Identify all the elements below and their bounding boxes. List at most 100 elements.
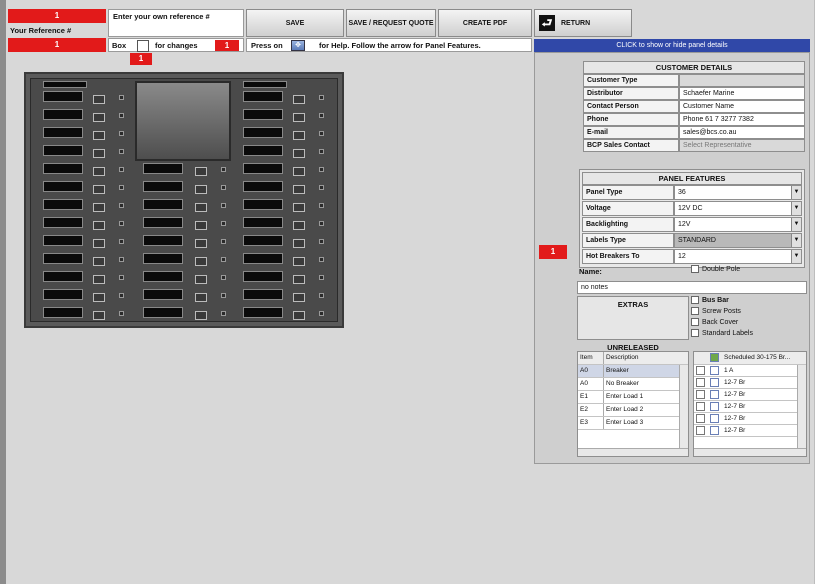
scheduled-item-checkbox[interactable] — [694, 389, 708, 400]
feature-select[interactable]: 12V ▼ — [674, 217, 802, 232]
panel-breaker-switch — [293, 275, 305, 284]
extras-options: Bus Bar Screw Posts Back Cover Standard Lab… — [691, 296, 807, 340]
extra-checkbox[interactable] — [691, 318, 699, 326]
right-scrollbar[interactable] — [814, 0, 822, 584]
save-button[interactable]: SAVE — [246, 9, 344, 37]
scheduled-list-item[interactable]: 12-7 Br — [694, 413, 806, 425]
red-reference-field[interactable]: 1 — [8, 38, 106, 52]
double-pole-checkbox[interactable] — [691, 265, 699, 273]
scheduled-item-checkbox[interactable] — [694, 425, 708, 436]
feature-select-value: 12 — [678, 253, 686, 260]
help-icon[interactable]: ✥ — [291, 40, 305, 51]
reference-label: Your Reference # — [10, 26, 72, 35]
red-feature-marker: 1 — [539, 245, 567, 259]
switch-panel-face — [30, 78, 338, 322]
panel-circuit-label — [143, 307, 183, 318]
panel-indicator-led — [119, 113, 124, 118]
right-details-panel: CUSTOMER DETAILS Customer Type Distributo… — [534, 52, 810, 464]
customer-field-value[interactable]: Schaefer Marine — [679, 87, 805, 100]
panel-indicator-led — [119, 185, 124, 190]
panel-breaker-switch — [93, 203, 105, 212]
feature-label: Labels Type — [582, 233, 674, 248]
create-pdf-button[interactable]: CREATE PDF — [438, 9, 532, 37]
panel-circuit-label — [43, 271, 83, 282]
feature-select[interactable]: 12 ▼ — [674, 249, 802, 264]
feature-select-value: STANDARD — [678, 237, 716, 244]
panel-breaker-switch — [293, 131, 305, 140]
breaker-list-scrollbar[interactable] — [679, 365, 688, 456]
panel-indicator-led — [319, 203, 324, 208]
double-pole-option[interactable]: Double Pole — [691, 265, 740, 273]
scheduled-item-checkbox[interactable] — [694, 377, 708, 388]
breaker-list-hscrollbar[interactable] — [578, 448, 688, 456]
return-button[interactable]: ⮐ RETURN — [534, 9, 632, 37]
customer-field-label: BCP Sales Contact — [583, 139, 679, 152]
chevron-down-icon[interactable]: ▼ — [791, 250, 801, 263]
scheduled-list-item[interactable]: 12-7 Br — [694, 377, 806, 389]
customer-field-value[interactable]: Customer Name — [679, 100, 805, 113]
chevron-down-icon[interactable]: ▼ — [791, 218, 801, 231]
panel-circuit-label — [243, 199, 283, 210]
scheduled-list-item[interactable]: 12-7 Br — [694, 401, 806, 413]
panel-circuit-label — [243, 217, 283, 228]
extra-checkbox[interactable] — [691, 296, 699, 304]
breaker-item-list[interactable]: Item Description A0 Breaker A0 No Breaker E1… — [577, 351, 689, 457]
panel-indicator-led — [319, 293, 324, 298]
customer-field-value[interactable]: Select Representative — [679, 139, 805, 152]
panel-indicator-led — [221, 203, 226, 208]
scheduled-item-icon — [708, 389, 722, 400]
extra-option[interactable]: Bus Bar — [691, 296, 807, 307]
breaker-list-item[interactable]: A0 Breaker — [578, 365, 688, 378]
scheduled-item-label: 12-7 Br — [724, 403, 746, 410]
scheduled-breaker-list[interactable]: Scheduled 30-175 Br... 1 A 12-7 Br 12-7 Br… — [693, 351, 807, 457]
feature-row: Labels Type STANDARD ▼ — [582, 233, 802, 249]
customer-field-value[interactable] — [679, 74, 805, 87]
feature-label: Voltage — [582, 201, 674, 216]
box-checkbox[interactable] — [137, 40, 149, 52]
panel-breaker-switch — [93, 257, 105, 266]
enter-reference-hint: Enter your own reference # — [108, 9, 244, 37]
scheduled-list-item[interactable]: 12-7 Br — [694, 389, 806, 401]
panel-circuit-label — [43, 289, 83, 300]
feature-select[interactable]: STANDARD ▼ — [674, 233, 802, 248]
panel-circuit-label — [143, 217, 183, 228]
panel-breaker-switch — [93, 149, 105, 158]
breaker-list-item[interactable]: E3 Enter Load 3 — [578, 417, 688, 430]
extra-option[interactable]: Screw Posts — [691, 307, 807, 318]
extra-checkbox[interactable] — [691, 329, 699, 337]
scheduled-list-hscrollbar[interactable] — [694, 448, 806, 456]
feature-label: Backlighting — [582, 217, 674, 232]
panel-indicator-led — [119, 275, 124, 280]
scheduled-list-header: Scheduled 30-175 Br... — [694, 352, 806, 365]
customer-field-value[interactable]: sales@bcs.co.au — [679, 126, 805, 139]
breaker-list-item[interactable]: E2 Enter Load 2 — [578, 404, 688, 417]
details-toggle-banner[interactable]: CLICK to show or hide panel details — [534, 39, 810, 52]
breaker-list-item[interactable]: A0 No Breaker — [578, 378, 688, 391]
customer-row: BCP Sales Contact Select Representative — [583, 139, 805, 152]
scheduled-list-scrollbar[interactable] — [797, 365, 806, 456]
feature-select[interactable]: 12V DC ▼ — [674, 201, 802, 216]
chevron-down-icon[interactable]: ▼ — [791, 202, 801, 215]
scheduled-list-item[interactable]: 12-7 Br — [694, 425, 806, 437]
customer-field-value[interactable]: Phone 61 7 3277 7382 — [679, 113, 805, 126]
switch-panel-preview[interactable] — [24, 72, 344, 328]
extra-checkbox[interactable] — [691, 307, 699, 315]
feature-select[interactable]: 36 ▼ — [674, 185, 802, 200]
name-input[interactable]: no notes — [577, 281, 807, 294]
panel-circuit-label — [43, 307, 83, 318]
chevron-down-icon[interactable]: ▼ — [791, 186, 801, 199]
save-request-quote-button[interactable]: SAVE / REQUEST QUOTE — [346, 9, 436, 37]
scheduled-list-item[interactable]: 1 A — [694, 365, 806, 377]
customer-field-label: Phone — [583, 113, 679, 126]
extra-option[interactable]: Standard Labels — [691, 329, 807, 340]
scheduled-item-checkbox[interactable] — [694, 365, 708, 376]
breaker-list-item[interactable]: E1 Enter Load 1 — [578, 391, 688, 404]
panel-circuit-label — [243, 91, 283, 102]
scheduled-item-checkbox[interactable] — [694, 413, 708, 424]
extra-option[interactable]: Back Cover — [691, 318, 807, 329]
double-pole-label: Double Pole — [702, 265, 741, 273]
chevron-down-icon[interactable]: ▼ — [791, 234, 801, 247]
extras-box: EXTRAS — [577, 296, 689, 340]
panel-indicator-led — [119, 131, 124, 136]
scheduled-item-checkbox[interactable] — [694, 401, 708, 412]
